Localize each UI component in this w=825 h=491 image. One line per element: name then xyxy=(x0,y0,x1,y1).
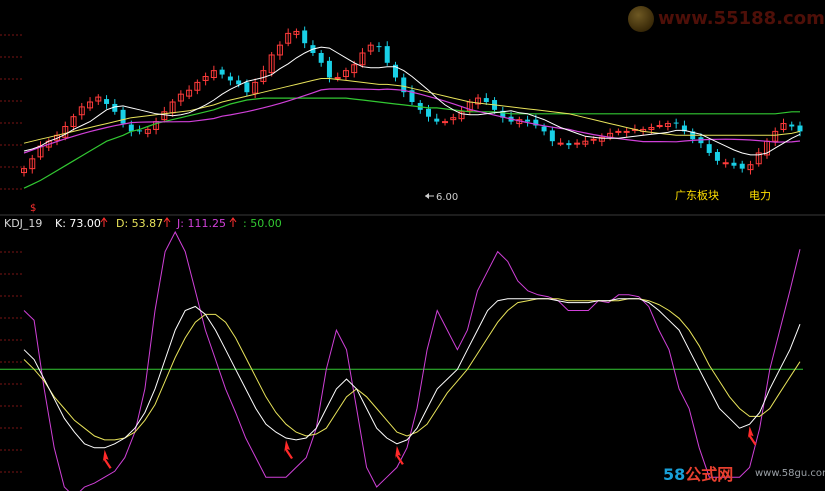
candle-body xyxy=(615,130,622,133)
low-marker: 6.00 xyxy=(425,192,458,203)
kdj-grid xyxy=(0,251,24,473)
brand-logo: 58公式网 xyxy=(663,461,733,485)
candle-body xyxy=(120,109,126,124)
ma-mid-line xyxy=(23,78,801,144)
candle-body xyxy=(623,130,630,133)
price-panel: 6.00 广东板块 电力 $ xyxy=(0,26,803,214)
price-grid xyxy=(0,34,24,190)
candle-body xyxy=(376,46,382,48)
candle-body xyxy=(557,142,564,145)
kdj-j-value: J: 111.25 xyxy=(176,217,226,230)
watermark-text: www.55188.com xyxy=(658,8,825,29)
candle-body xyxy=(483,98,489,102)
candle-body xyxy=(722,162,729,165)
kdj-name: KDJ_19 xyxy=(4,217,42,230)
sector-label: 广东板块 xyxy=(675,188,719,202)
up-arrow-icon xyxy=(229,217,237,227)
candle-body xyxy=(244,82,250,93)
kdj-panel: KDJ_19 K: 73.00 D: 53.87 J: 111.25 : 50.… xyxy=(0,217,803,491)
candle-body xyxy=(673,122,679,124)
candle-body xyxy=(525,119,531,122)
candle-body xyxy=(426,108,432,117)
candle-body xyxy=(227,76,233,81)
candle-body xyxy=(731,162,737,166)
buy-signal-arrows xyxy=(102,426,757,469)
j-line xyxy=(23,230,801,491)
watermark-logo-icon xyxy=(628,6,654,32)
candle-body xyxy=(384,46,390,63)
brand-url: www.58gu.com xyxy=(755,468,825,479)
buy-signal-arrow-icon xyxy=(102,449,112,469)
up-arrow-icon xyxy=(100,217,108,227)
buy-signal-arrow-icon xyxy=(747,426,757,446)
candle-body xyxy=(549,130,555,142)
candle-body xyxy=(104,99,110,104)
candle-body xyxy=(590,138,597,141)
kdj-level-value: : 50.00 xyxy=(243,217,282,230)
candle-body xyxy=(334,77,341,79)
ma-very-long-line xyxy=(23,97,800,189)
stock-chart: 6.00 广东板块 电力 $ KDJ_19 K: 73.00 D: 53.87 … xyxy=(0,26,825,491)
buy-signal-arrow-icon xyxy=(284,439,294,459)
candle-body xyxy=(318,53,324,63)
brand-number: 58 xyxy=(663,465,686,484)
candle-body xyxy=(656,125,663,128)
candlestick-series xyxy=(21,26,803,177)
candle-body xyxy=(326,60,332,78)
up-arrow-icon xyxy=(163,217,171,227)
industry-label: 电力 xyxy=(749,189,771,202)
low-marker-arrow-icon xyxy=(425,193,429,199)
candle-body xyxy=(137,130,143,132)
brand-name: 公式网 xyxy=(685,465,734,484)
candle-body xyxy=(706,144,712,153)
candle-body xyxy=(219,69,225,75)
watermark: www.55188.com xyxy=(628,4,825,34)
candle-body xyxy=(714,151,720,161)
kdj-d-value: D: 53.87 xyxy=(116,217,163,230)
candle-body xyxy=(797,125,803,132)
kdj-k-value: K: 73.00 xyxy=(55,217,101,230)
candle-body xyxy=(434,118,440,122)
candle-body xyxy=(566,143,572,146)
candle-body xyxy=(236,80,242,85)
candle-body xyxy=(442,121,449,124)
candle-body xyxy=(789,124,795,127)
kdj-header: KDJ_19 K: 73.00 D: 53.87 J: 111.25 : 50.… xyxy=(4,217,282,230)
dollar-flag-icon: $ xyxy=(30,203,36,214)
candle-body xyxy=(541,126,547,132)
candle-body xyxy=(574,142,581,145)
candle-body xyxy=(302,30,308,44)
low-price-label: 6.00 xyxy=(436,192,458,203)
candle-body xyxy=(739,163,745,169)
